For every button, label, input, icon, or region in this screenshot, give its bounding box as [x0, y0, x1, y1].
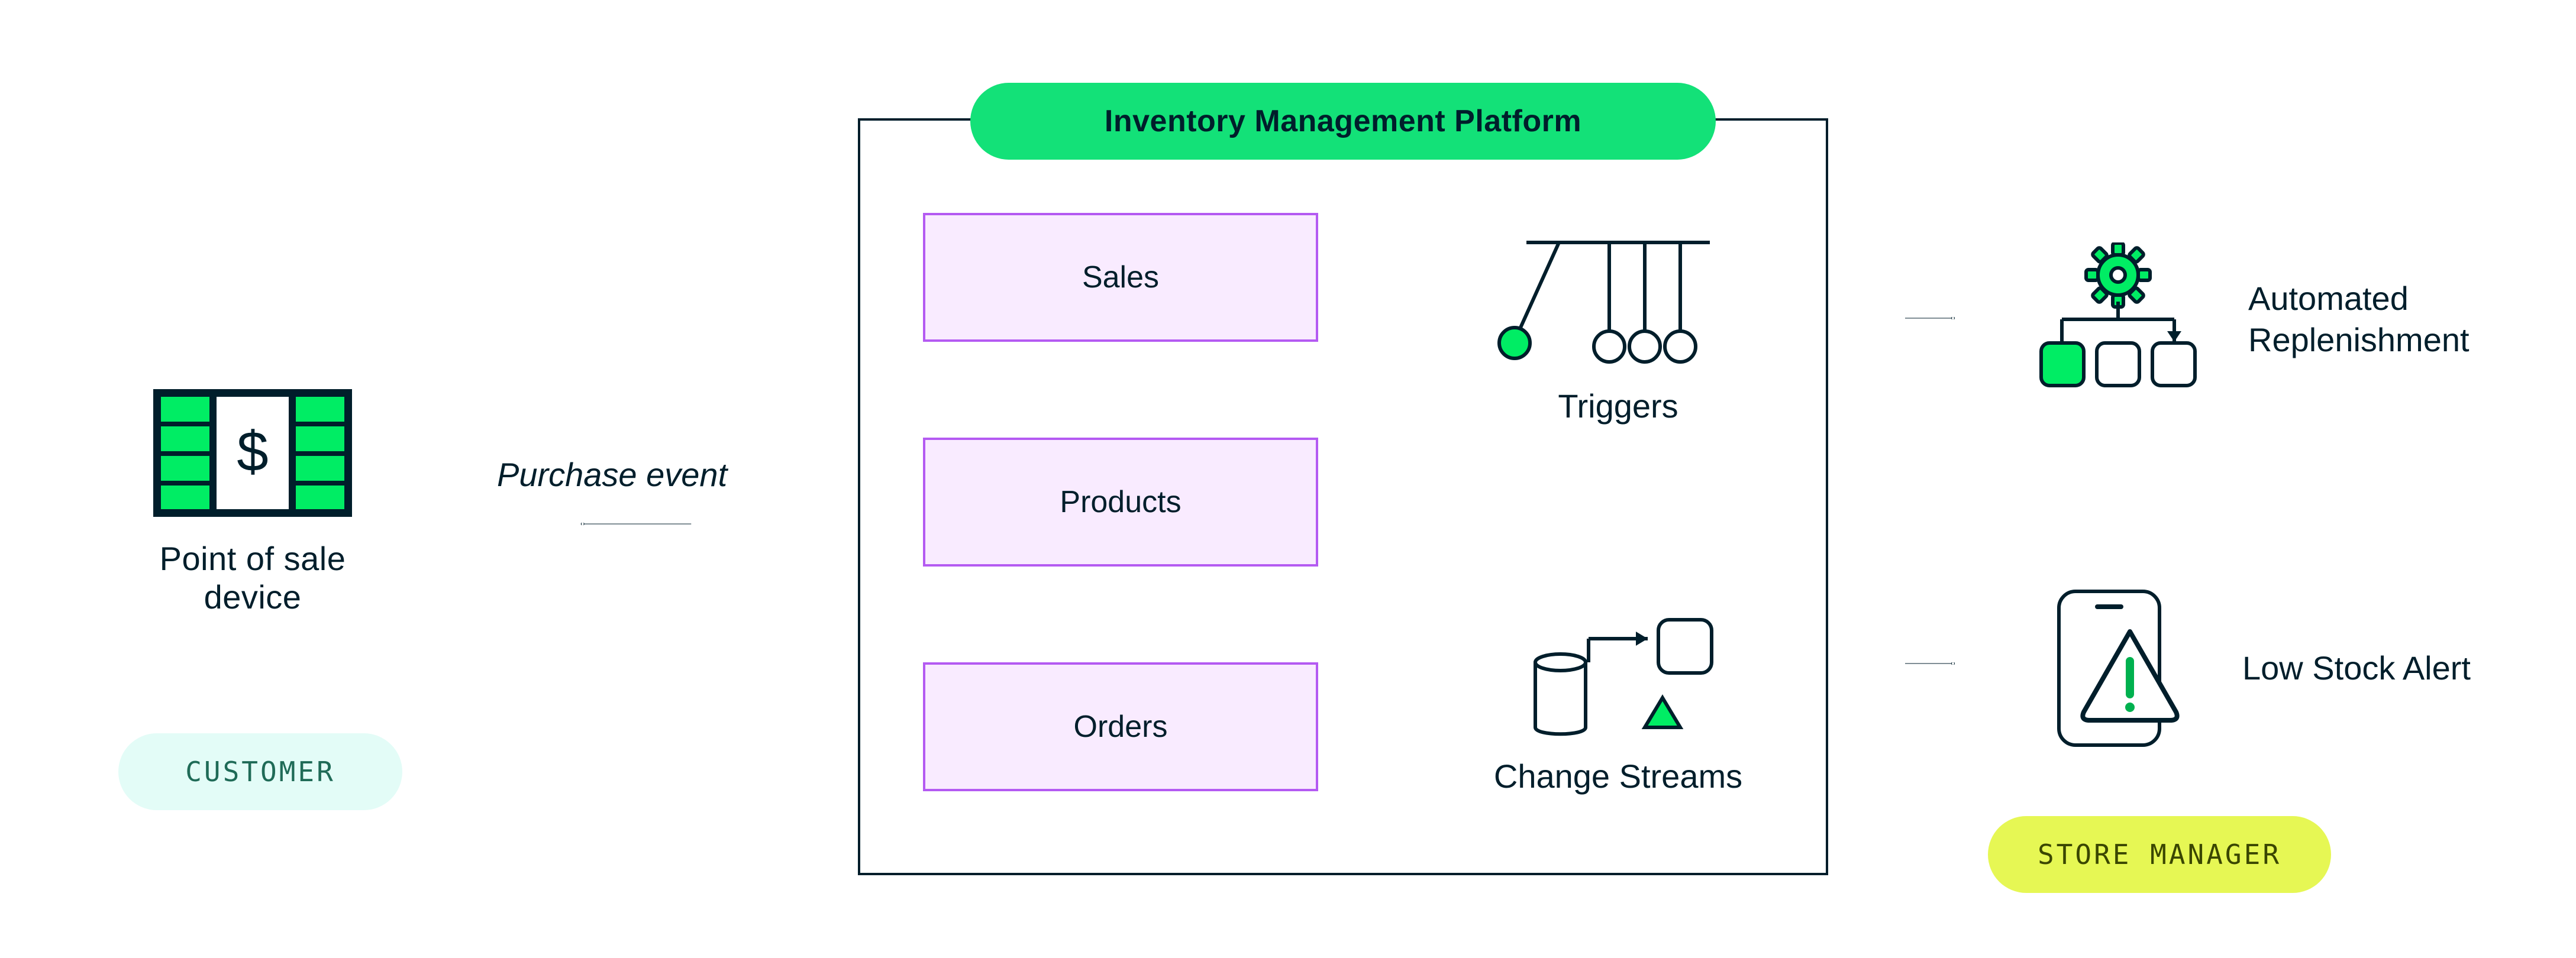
- low-stock-alert: Low Stock Alert: [2041, 580, 2471, 757]
- phone-alert-icon: [2041, 580, 2201, 757]
- role-customer: CUSTOMER: [118, 733, 402, 810]
- role-store-manager: STORE MANAGER: [1988, 816, 2331, 893]
- collection-orders: Orders: [923, 662, 1318, 791]
- change-streams-label: Change Streams: [1461, 757, 1775, 795]
- cash-register-icon: $: [152, 388, 353, 518]
- pos-device-label: Point of sale device: [152, 539, 353, 616]
- triggers-label: Triggers: [1491, 387, 1745, 425]
- svg-text:$: $: [237, 420, 268, 483]
- collection-sales: Sales: [923, 213, 1318, 342]
- change-streams-block: Change Streams: [1461, 603, 1775, 795]
- automated-replenishment-label: Automated Replenishment: [2248, 278, 2470, 361]
- collection-products: Products: [923, 438, 1318, 567]
- change-streams-icon: [1461, 603, 1775, 745]
- edge-to-replenish: [1829, 317, 2031, 319]
- edge-to-alert: [1829, 662, 2031, 665]
- edge-purchase-event: [414, 523, 858, 525]
- low-stock-alert-label: Low Stock Alert: [2242, 648, 2471, 689]
- platform-title: Inventory Management Platform: [970, 83, 1716, 160]
- triggers-block: Triggers: [1491, 231, 1745, 425]
- pendulum-icon: [1491, 231, 1745, 373]
- automated-replenishment: Automated Replenishment: [2029, 242, 2470, 396]
- edge-label-purchase-event: Purchase event: [497, 455, 727, 494]
- workflow-gear-icon: [2029, 242, 2207, 396]
- diagram-canvas: $ Point of sale device Purchase event In…: [0, 0, 2576, 958]
- pos-device: $ Point of sale device: [152, 388, 353, 616]
